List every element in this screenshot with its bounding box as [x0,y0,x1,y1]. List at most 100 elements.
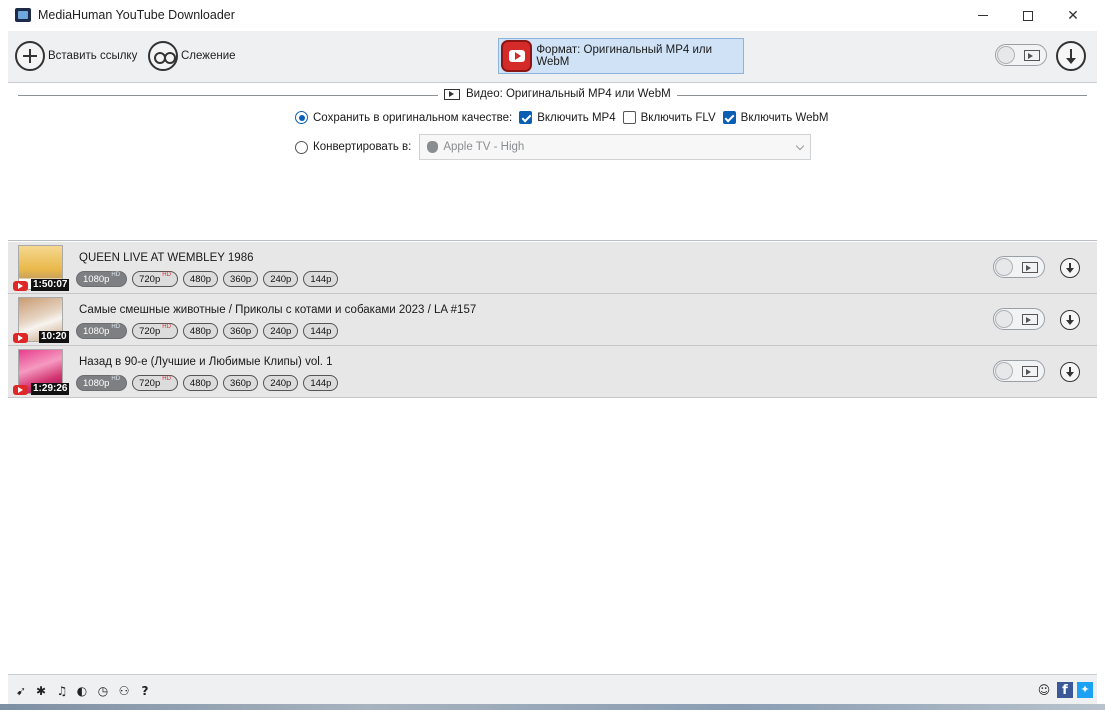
convert-row: Конвертировать в: Apple TV - High [295,134,812,160]
quality-tag: HD [162,272,171,278]
video-title: Назад в 90-е (Лучшие и Любимые Клипы) vo… [79,356,333,368]
list-item[interactable]: 10:20 Самые смешные животные / Приколы с… [8,294,1097,346]
quality-button[interactable]: 480p [182,271,219,287]
quality-options: 1080p HD 720p HD 480p 360p 240p 144p [76,375,343,391]
section-title-text: Видео: Оригинальный MP4 или WebM [466,88,671,100]
video-only-toggle[interactable] [993,360,1045,382]
toolbar: Вставить ссылку Слежение Формат: Оригина… [8,31,1097,83]
list-item[interactable]: 1:50:07 QUEEN LIVE AT WEMBLEY 1986 1080p… [8,242,1097,294]
include-flv-checkbox[interactable] [622,111,636,124]
video-duration: 1:50:07 [31,279,70,291]
gear-icon[interactable]: ✱ [34,684,48,698]
quality-button[interactable]: 1080p HD [76,271,128,287]
quality-label: 480p [189,273,212,285]
quality-label: 1080p [83,377,110,389]
quality-button[interactable]: 360p [223,271,259,287]
quality-label: 360p [230,377,252,389]
film-icon [1022,314,1038,325]
film-icon [444,88,460,100]
download-arrow [1066,372,1074,378]
download-button[interactable] [1060,362,1080,382]
youtube-badge-icon [13,333,28,343]
quality-label: 360p [230,325,252,337]
quality-button[interactable]: 240p [263,375,299,391]
toggle-knob [995,362,1013,380]
quality-button[interactable]: 720p HD [132,375,178,391]
help-icon[interactable]: ? [138,684,152,698]
quality-button[interactable]: 480p [182,375,219,391]
download-all-button[interactable] [1056,41,1086,71]
toggle-knob [995,310,1013,328]
download-button[interactable] [1060,258,1080,278]
quality-label: 360p [230,273,252,285]
quality-button[interactable]: 480p [182,323,219,339]
convert-target-select[interactable]: Apple TV - High [419,134,812,160]
app-icon [15,8,31,22]
quality-button[interactable]: 1080p HD [76,375,128,391]
quality-label: 480p [189,325,212,337]
paste-link-button[interactable]: Вставить ссылку [15,40,137,72]
minimize-button[interactable] [960,0,1006,31]
snail-icon[interactable]: ◐ [75,684,89,698]
support-icon[interactable]: ☺ [1037,683,1051,697]
tracking-label: Слежение [181,50,236,62]
download-arrow [1066,57,1076,64]
quality-button[interactable]: 720p HD [132,323,178,339]
include-mp4-checkbox[interactable] [519,111,533,124]
title-bar[interactable]: MediaHuman YouTube Downloader ✕ [0,0,1105,31]
film-icon [1022,262,1038,273]
paste-link-label: Вставить ссылку [48,50,138,62]
quality-button[interactable]: 360p [223,323,259,339]
twitter-icon[interactable]: ✦ [1077,682,1093,698]
quality-label: 144p [310,273,332,285]
download-arrow [1066,268,1074,274]
format-label: Формат: Оригинальный MP4 или WebM [536,44,713,68]
quality-tag: HD [111,324,121,330]
quality-label: 720p [139,325,161,337]
quality-button[interactable]: 240p [263,271,299,287]
facebook-icon[interactable]: f [1057,682,1073,698]
quality-label: 720p [139,377,161,389]
convert-radio[interactable] [295,140,308,154]
send-icon[interactable]: ➹ [14,684,28,698]
quality-label: 1080p [83,273,110,285]
global-video-toggle[interactable] [995,44,1047,66]
clock-icon[interactable]: ◷ [96,684,110,698]
quality-button[interactable]: 144p [303,271,339,287]
video-only-toggle[interactable] [993,308,1045,330]
film-icon [1022,366,1038,377]
quality-button[interactable]: 144p [303,323,339,339]
quality-label: 720p [139,273,161,285]
download-list: 1:50:07 QUEEN LIVE AT WEMBLEY 1986 1080p… [8,242,1097,674]
include-flv-label: Включить FLV [640,111,716,124]
include-webm-checkbox[interactable] [722,111,736,124]
video-title: Самые смешные животные / Приколы с котам… [79,304,477,316]
quality-tag: HD [162,376,171,382]
music-icon[interactable]: ♫ [55,684,69,698]
quality-label: 1080p [83,325,110,337]
keep-original-radio[interactable] [295,111,308,124]
status-bar: ➹ ✱ ♫ ◐ ◷ ⚇ ? ☺ f ✦ [8,674,1097,704]
convert-target-value: Apple TV - High [443,141,525,153]
quality-options: 1080p HD 720p HD 480p 360p 240p 144p [76,271,343,287]
binoculars-icon[interactable]: ⚇ [117,684,131,698]
format-button[interactable]: Формат: Оригинальный MP4 или WebM [498,38,744,74]
quality-tag: HD [162,324,171,330]
close-button[interactable]: ✕ [1050,0,1096,31]
download-button[interactable] [1060,310,1080,330]
quality-tag: HD [111,272,121,278]
tracking-button[interactable]: Слежение [148,40,236,72]
maximize-button[interactable] [1005,0,1051,31]
app-window: MediaHuman YouTube Downloader ✕ Вставить… [0,0,1105,704]
youtube-badge-icon [13,281,28,291]
film-icon [1024,50,1040,61]
quality-button[interactable]: 360p [223,375,259,391]
list-item[interactable]: 1:29:26 Назад в 90-е (Лучшие и Любимые К… [8,346,1097,398]
quality-label: 240p [270,325,292,337]
quality-button[interactable]: 1080p HD [76,323,128,339]
quality-button[interactable]: 144p [303,375,339,391]
quality-button[interactable]: 240p [263,323,299,339]
quality-button[interactable]: 720p HD [132,271,178,287]
include-mp4-label: Включить MP4 [537,111,616,124]
video-only-toggle[interactable] [993,256,1045,278]
